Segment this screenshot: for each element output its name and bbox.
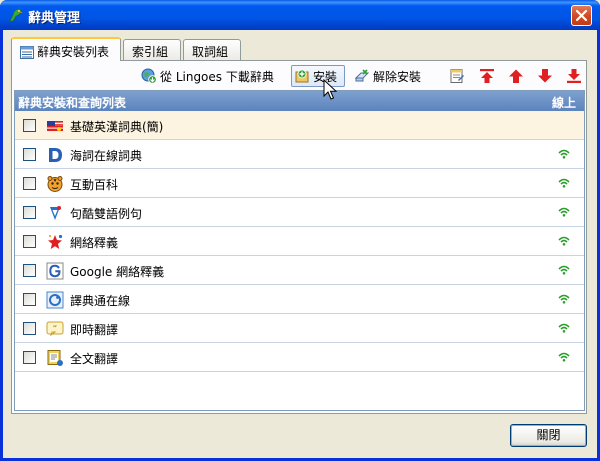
row-name: 網絡釋義 [70,236,119,250]
header-online-column: 線上 [551,96,576,110]
svg-text:“: “ [53,325,58,335]
uninstall-label: 解除安裝 [373,69,422,84]
online-icon [558,352,570,362]
row-checkbox[interactable] [23,177,36,190]
ju-icon [50,206,61,220]
tab-panel: 從 Lingoes 下載辭典 安裝 解除安裝 辭典安裝和查詢列表 線上 基礎英漢… [11,60,587,414]
tab-index-group[interactable]: 索引組 [123,39,181,60]
row-name: 全文翻譯 [70,352,119,366]
header-name-column: 辭典安裝和查詢列表 [18,96,127,110]
row-checkbox[interactable] [23,293,36,306]
close-icon [575,9,588,22]
row-name: 互動百科 [70,178,119,192]
dictionary-list[interactable]: 辭典安裝和查詢列表 線上 基礎英漢詞典(簡) 海詞在線詞典 互動百科 句酷雙語例… [14,90,585,411]
window-title: 辭典管理 [28,11,81,26]
tab-label: 索引組 [132,45,169,59]
download-dictionary-label: 從 Lingoes 下載辭典 [160,69,274,84]
dict-d-icon [49,148,62,162]
list-item[interactable]: 互動百科 [15,169,584,198]
list-item[interactable]: 譯典通在線 [15,285,584,314]
list-item[interactable]: 句酷雙語例句 [15,198,584,227]
close-button[interactable]: 關閉 [510,424,587,447]
list-item[interactable]: 網絡釋義 [15,227,584,256]
row-name: Google 網絡釋義 [70,265,165,279]
list-item[interactable]: 海詞在線詞典 [15,140,584,169]
move-up-icon[interactable] [508,68,524,84]
download-dictionary-button[interactable]: 從 Lingoes 下載辭典 [139,65,276,87]
row-name: 即時翻譯 [70,323,119,337]
online-icon [558,323,570,333]
row-checkbox[interactable] [23,322,36,335]
quote-icon: “ [46,321,64,337]
row-checkbox[interactable] [23,119,36,132]
online-icon [558,207,570,217]
move-top-icon[interactable] [479,68,495,84]
move-bottom-icon[interactable] [566,68,582,84]
online-icon [558,294,570,304]
tab-label: 取詞組 [192,45,229,59]
mouse-cursor-icon [323,79,337,100]
move-down-icon[interactable] [537,68,553,84]
row-checkbox[interactable] [23,235,36,248]
tab-label: 辭典安裝列表 [37,45,110,59]
row-name: 基礎英漢詞典(簡) [70,120,164,134]
tiger-icon [47,176,63,192]
list-item[interactable]: Google 網絡釋義 [15,256,584,285]
dialog-client-area: 辭典安裝列表 索引組 取詞組 從 Lingoes 下載辭典 安裝 解除安裝 辭典… [3,30,597,458]
row-name: 海詞在線詞典 [70,149,143,163]
list-item[interactable]: “ 即時翻譯 [15,314,584,343]
row-checkbox[interactable] [23,206,36,219]
title-bar[interactable]: 辭典管理 [0,0,600,30]
row-name: 譯典通在線 [70,294,131,308]
list-header: 辭典安裝和查詢列表 線上 [15,91,584,111]
online-icon [558,178,570,188]
online-icon [558,265,570,275]
install-icon [295,69,309,83]
properties-icon[interactable] [449,68,465,84]
list-item[interactable]: 基礎英漢詞典(簡) [15,111,584,140]
list-icon [20,46,34,59]
row-name: 句酷雙語例句 [70,207,143,221]
list-item[interactable]: 全文翻譯 [15,343,584,372]
tab-capture-group[interactable]: 取詞組 [183,39,241,60]
row-checkbox[interactable] [23,351,36,364]
star-icon [48,234,63,249]
globe-download-icon [141,68,157,84]
uninstall-button[interactable]: 解除安裝 [352,65,423,87]
uninstall-icon [354,69,370,82]
ring-icon [46,291,64,309]
google-icon [46,262,64,280]
tab-dictionary-install-list[interactable]: 辭典安裝列表 [11,37,121,61]
row-checkbox[interactable] [23,264,36,277]
flag-icon [47,121,63,131]
online-icon [558,236,570,246]
online-icon [558,149,570,159]
row-checkbox[interactable] [23,148,36,161]
toolbar: 從 Lingoes 下載辭典 安裝 解除安裝 [12,61,586,89]
parrot-app-icon [9,8,23,22]
dialog-window: 辭典管理 辭典安裝列表 索引組 取詞組 從 Lingoes 下載辭典 安裝 解除… [0,0,600,461]
window-close-button[interactable] [571,5,592,26]
doc-translate-icon [47,350,63,366]
